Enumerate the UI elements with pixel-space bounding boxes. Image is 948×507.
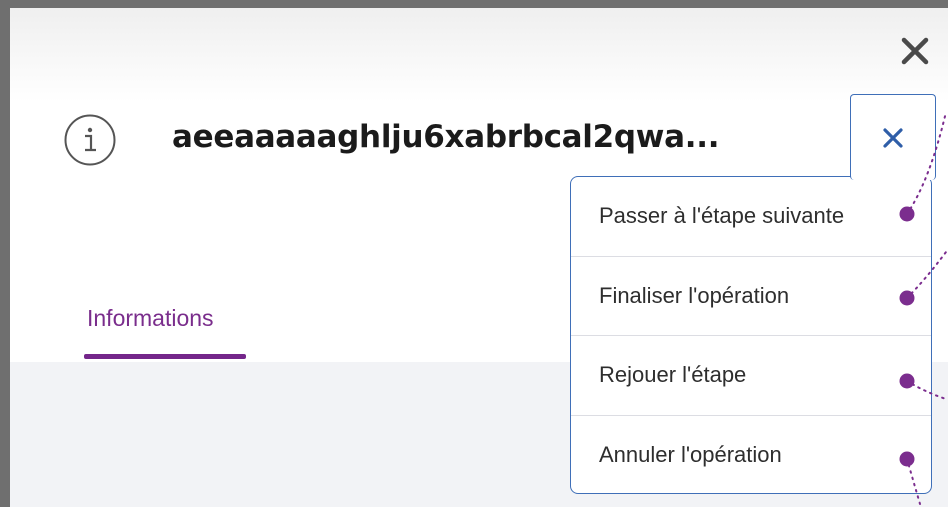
menu-item-finalize-operation[interactable]: Finaliser l'opération [571,257,931,336]
active-tab-indicator [84,354,246,359]
menu-item-replay-step[interactable]: Rejouer l'étape [571,336,931,416]
actions-dropdown-menu: Passer à l'étape suivante Finaliser l'op… [570,176,932,494]
panel-close-button[interactable] [894,30,936,72]
tab-informations[interactable]: Informations [84,300,246,362]
actions-menu-toggle-button[interactable] [850,94,936,180]
tab-label: Informations [87,305,214,331]
page-title: aeeaaaaaghlju6xabrbcal2qwa... [172,119,720,155]
menu-item-cancel-operation[interactable]: Annuler l'opération [571,416,931,494]
panel-header-background [10,8,948,102]
close-icon [901,37,929,65]
info-icon [64,114,116,166]
menu-item-next-step[interactable]: Passer à l'étape suivante [571,177,931,257]
close-icon [883,127,903,148]
